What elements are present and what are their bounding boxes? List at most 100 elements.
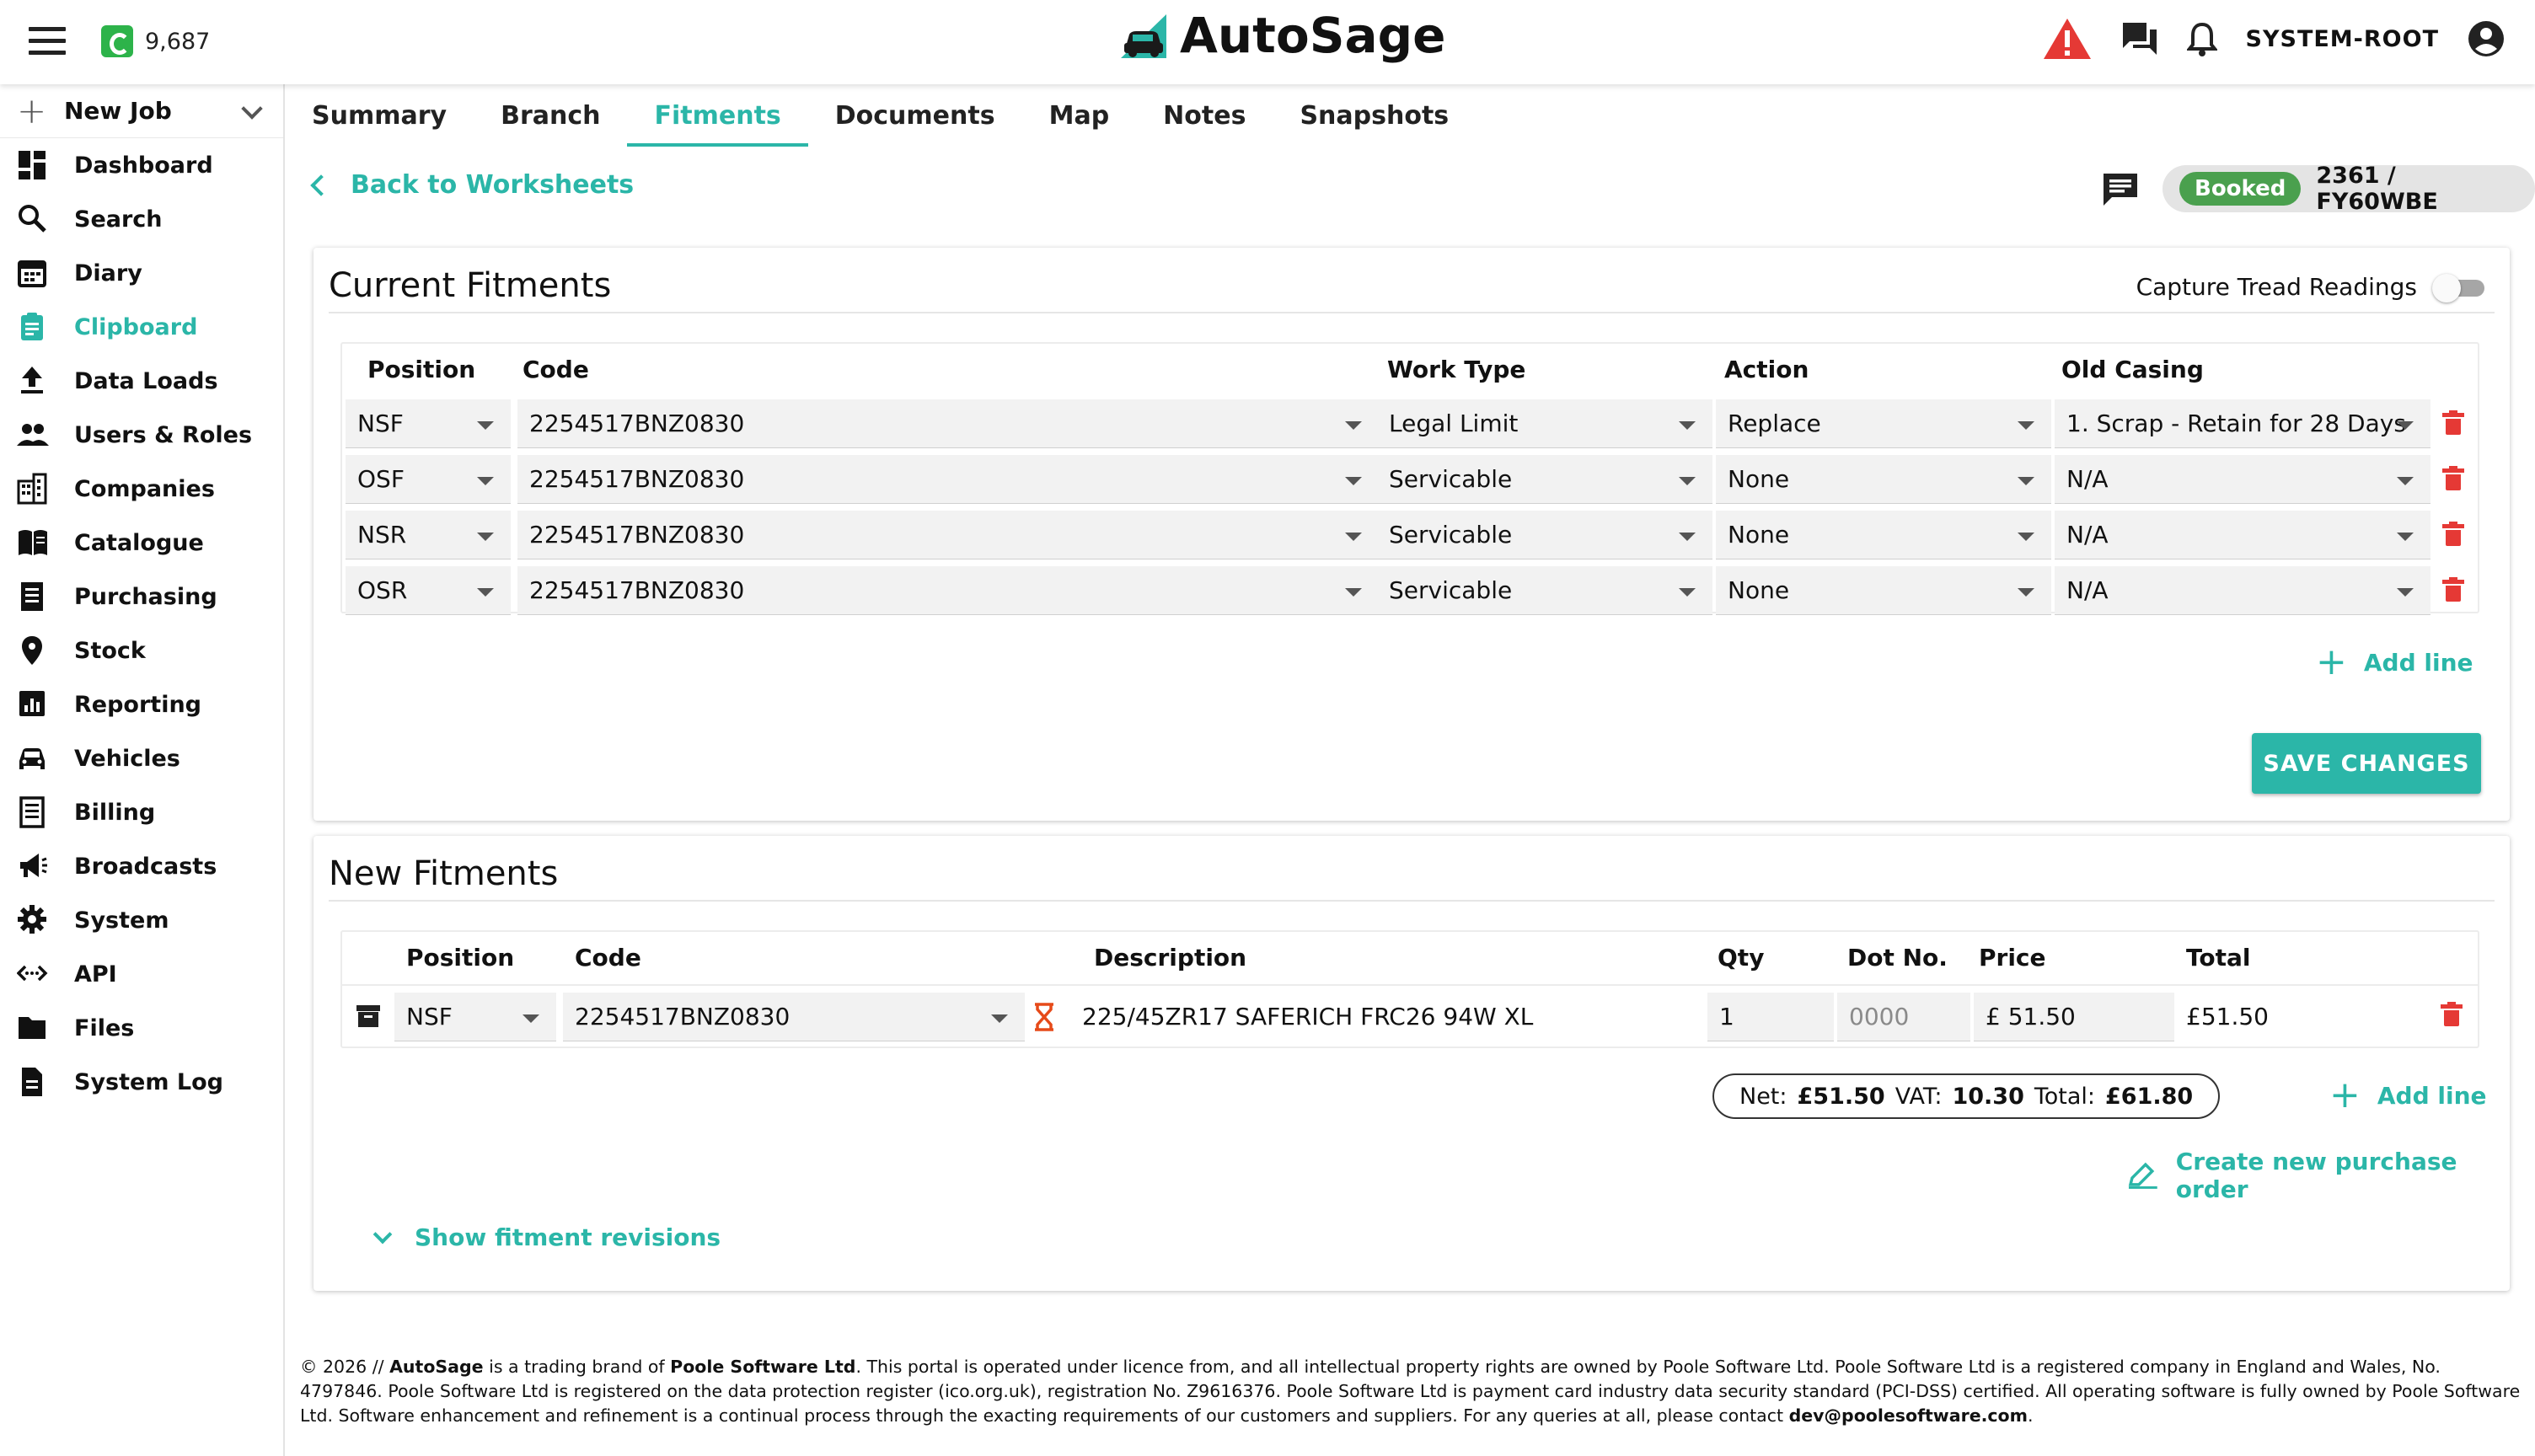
footer: © 2026 // AutoSage is a trading brand of… bbox=[300, 1355, 2522, 1428]
footer-email-link[interactable]: dev@poolesoftware.com bbox=[1789, 1405, 2028, 1426]
table-row: NSR 2254517BNZ0830 Servicable None N/A bbox=[342, 507, 2478, 563]
table-row: NSF 2254517BNZ0830 225/45ZR17 SAFERICH F… bbox=[342, 984, 2478, 1045]
action-value: None bbox=[1728, 465, 1790, 493]
sidebar-item-catalogue[interactable]: Catalogue bbox=[0, 516, 283, 570]
sidebar-item-api[interactable]: API bbox=[0, 947, 283, 1001]
position-value: NSF bbox=[357, 410, 404, 437]
credit-balance[interactable]: 9,687 bbox=[101, 25, 210, 57]
table-row: NSF 2254517BNZ0830 Legal Limit Replace 1. Sc… bbox=[342, 396, 2478, 452]
chat-icon[interactable] bbox=[2121, 21, 2158, 56]
dot-no-input[interactable]: 0000 bbox=[1837, 993, 1970, 1041]
gear-icon bbox=[17, 903, 74, 937]
action-select[interactable]: None bbox=[1716, 511, 2051, 559]
chevron-down-icon[interactable] bbox=[241, 98, 263, 120]
action-select[interactable]: None bbox=[1716, 566, 2051, 615]
code-select[interactable]: 2254517BNZ0830 bbox=[517, 511, 1379, 559]
tab-branch[interactable]: Branch bbox=[474, 88, 627, 147]
sidebar-item-users-roles[interactable]: Users & Roles bbox=[0, 408, 283, 462]
old-casing-select[interactable]: N/A bbox=[2055, 455, 2430, 504]
show-fitment-revisions-toggle[interactable]: Show fitment revisions bbox=[372, 1223, 721, 1251]
work-type-select[interactable]: Legal Limit bbox=[1377, 399, 1712, 448]
sidebar-item-data-loads[interactable]: Data Loads bbox=[0, 354, 283, 408]
work-type-select[interactable]: Servicable bbox=[1377, 566, 1712, 615]
code-select[interactable]: 2254517BNZ0830 bbox=[517, 566, 1379, 615]
old-casing-select[interactable]: N/A bbox=[2055, 511, 2430, 559]
work-type-value: Servicable bbox=[1389, 576, 1513, 604]
add-line-button[interactable]: + Add line bbox=[2329, 1077, 2487, 1114]
position-select[interactable]: NSR bbox=[346, 511, 511, 559]
sidebar-item-system[interactable]: System bbox=[0, 893, 283, 947]
sidebar-item-reporting[interactable]: Reporting bbox=[0, 677, 283, 731]
total-label: Total: bbox=[2034, 1083, 2096, 1110]
save-changes-button[interactable]: SAVE CHANGES bbox=[2252, 733, 2481, 794]
warning-icon[interactable] bbox=[2042, 17, 2093, 61]
work-type-select[interactable]: Servicable bbox=[1377, 455, 1712, 504]
position-select[interactable]: NSF bbox=[394, 993, 556, 1041]
bell-icon[interactable] bbox=[2186, 21, 2217, 56]
tab-notes[interactable]: Notes bbox=[1136, 88, 1273, 147]
table-row: OSF 2254517BNZ0830 Servicable None N/A bbox=[342, 452, 2478, 507]
tab-documents[interactable]: Documents bbox=[808, 88, 1022, 147]
capture-tread-toggle[interactable] bbox=[2432, 271, 2484, 303]
sidebar-item-broadcasts[interactable]: Broadcasts bbox=[0, 839, 283, 893]
add-line-button[interactable]: + Add line bbox=[2316, 644, 2473, 681]
credit-balance-value: 9,687 bbox=[145, 28, 211, 55]
work-type-value: Servicable bbox=[1389, 465, 1513, 493]
sidebar-item-companies[interactable]: Companies bbox=[0, 462, 283, 516]
hourglass-icon bbox=[1035, 1003, 1053, 1031]
work-type-value: Legal Limit bbox=[1389, 410, 1519, 437]
position-value: NSR bbox=[357, 521, 407, 549]
code-select[interactable]: 2254517BNZ0830 bbox=[563, 993, 1025, 1041]
people-icon bbox=[17, 418, 74, 452]
sidebar-item-vehicles[interactable]: Vehicles bbox=[0, 731, 283, 785]
grand-total-value: £61.80 bbox=[2105, 1083, 2194, 1110]
back-to-worksheets-link[interactable]: Back to Worksheets bbox=[310, 170, 635, 200]
delete-icon[interactable] bbox=[2442, 410, 2464, 435]
tab-map[interactable]: Map bbox=[1022, 88, 1137, 147]
totals-summary: Net: £51.50 VAT: 10.30 Total: £61.80 bbox=[1712, 1073, 2221, 1119]
sidebar-item-search[interactable]: Search bbox=[0, 192, 283, 246]
sidebar-item-clipboard[interactable]: Clipboard bbox=[0, 300, 283, 354]
divider bbox=[329, 312, 2495, 313]
code-select[interactable]: 2254517BNZ0830 bbox=[517, 455, 1379, 504]
menu-icon[interactable] bbox=[29, 27, 66, 56]
comment-icon[interactable] bbox=[2102, 172, 2139, 207]
sidebar-item-purchasing[interactable]: Purchasing bbox=[0, 570, 283, 624]
position-select[interactable]: OSF bbox=[346, 455, 511, 504]
footer-text: . bbox=[2027, 1405, 2034, 1426]
tab-fitments[interactable]: Fitments bbox=[627, 88, 809, 147]
create-purchase-order-link[interactable]: Create new purchase order bbox=[2127, 1148, 2535, 1203]
delete-icon[interactable] bbox=[2442, 577, 2464, 602]
tab-snapshots[interactable]: Snapshots bbox=[1273, 88, 1476, 147]
sidebar-item-dashboard[interactable]: Dashboard bbox=[0, 138, 283, 192]
username[interactable]: SYSTEM-ROOT bbox=[2246, 26, 2440, 52]
sidebar-item-system-log[interactable]: System Log bbox=[0, 1055, 283, 1109]
price-input[interactable]: £ 51.50 bbox=[1974, 993, 2174, 1041]
new-job-button[interactable]: + New Job bbox=[0, 84, 283, 138]
sidebar-item-stock[interactable]: Stock bbox=[0, 624, 283, 677]
delete-icon[interactable] bbox=[2442, 522, 2464, 546]
sidebar-item-diary[interactable]: Diary bbox=[0, 246, 283, 300]
position-select[interactable]: OSR bbox=[346, 566, 511, 615]
position-select[interactable]: NSF bbox=[346, 399, 511, 448]
car-logo-icon bbox=[1121, 14, 1166, 58]
top-app-bar: 9,687 AutoSage SYSTEM-ROOT bbox=[0, 0, 2535, 84]
app-logo[interactable]: AutoSage bbox=[1117, 7, 1446, 64]
old-casing-select[interactable]: 1. Scrap - Retain for 28 Days bbox=[2055, 399, 2430, 448]
action-select[interactable]: None bbox=[1716, 455, 2051, 504]
tab-summary[interactable]: Summary bbox=[285, 88, 474, 147]
back-link-label: Back to Worksheets bbox=[351, 170, 635, 200]
delete-icon[interactable] bbox=[2441, 1002, 2463, 1026]
old-casing-select[interactable]: N/A bbox=[2055, 566, 2430, 615]
code-select[interactable]: 2254517BNZ0830 bbox=[517, 399, 1379, 448]
sidebar-item-files[interactable]: Files bbox=[0, 1001, 283, 1055]
delete-icon[interactable] bbox=[2442, 466, 2464, 490]
sidebar-item-billing[interactable]: Billing bbox=[0, 785, 283, 839]
job-status-chip[interactable]: Booked 2361 / FY60WBE bbox=[2163, 163, 2535, 215]
action-select[interactable]: Replace bbox=[1716, 399, 2051, 448]
archive-icon[interactable] bbox=[356, 1004, 381, 1028]
total-value: £51.50 bbox=[2186, 1003, 2269, 1030]
account-icon[interactable] bbox=[2468, 20, 2505, 57]
work-type-select[interactable]: Servicable bbox=[1377, 511, 1712, 559]
qty-input[interactable]: 1 bbox=[1707, 993, 1834, 1041]
